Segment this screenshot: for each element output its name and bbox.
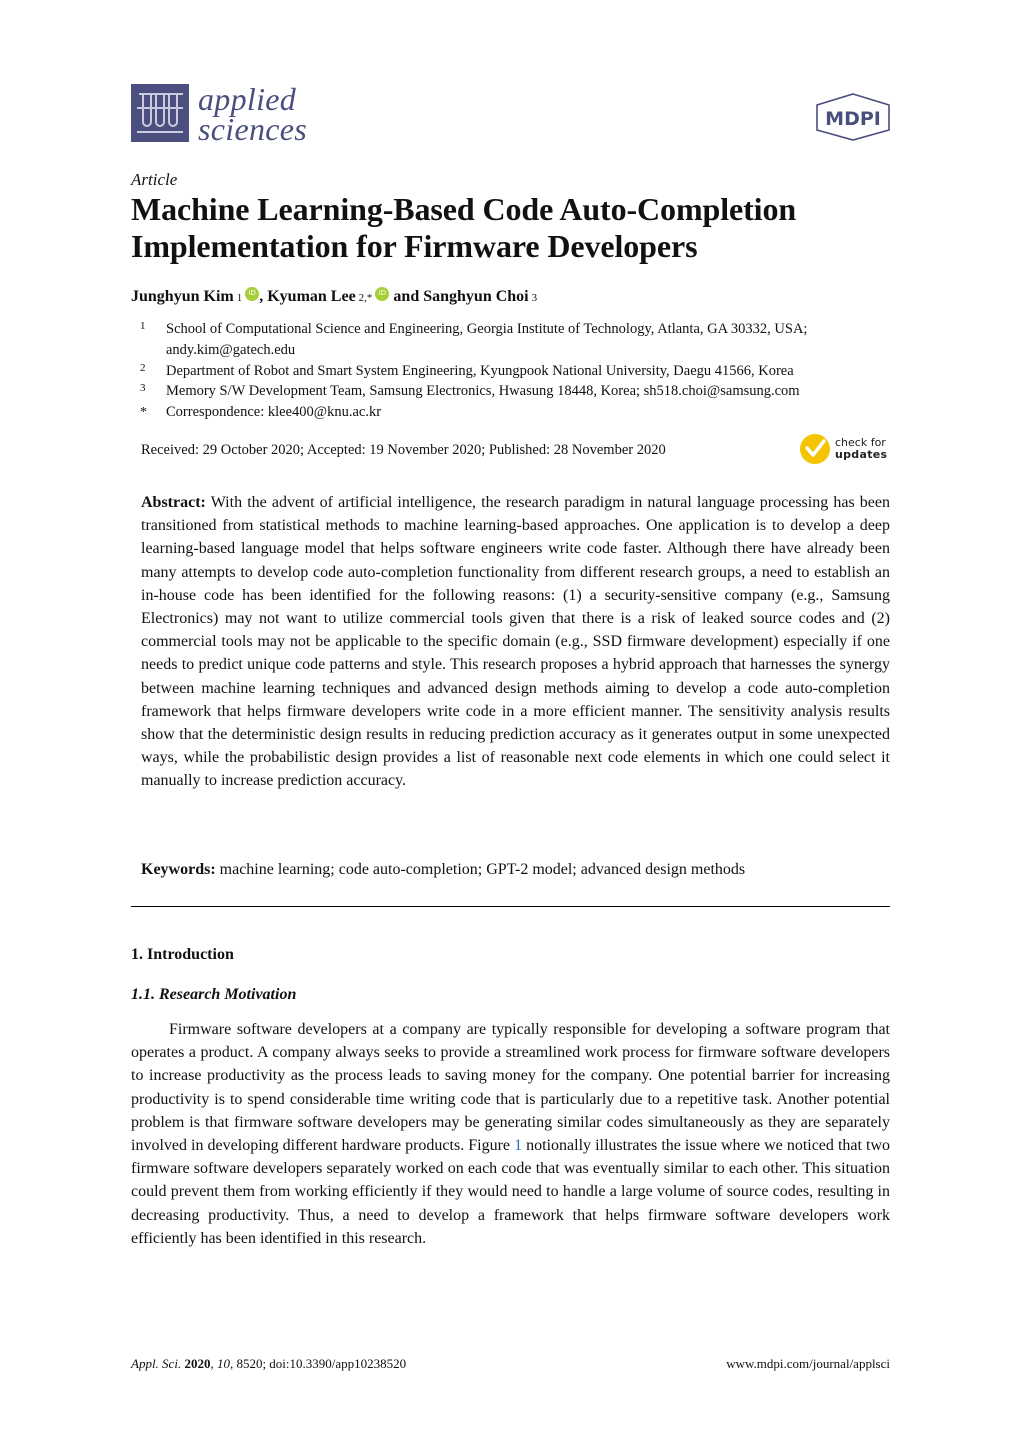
- journal-name-line1: applied: [198, 81, 297, 117]
- journal-url-link[interactable]: www.mdpi.com/journal/applsci: [726, 1356, 890, 1372]
- paragraph-text: Firmware software developers at a compan…: [131, 1021, 890, 1155]
- check-updates-label: check for updates: [835, 437, 887, 461]
- author-separator: ,: [259, 288, 268, 305]
- section-divider: [131, 906, 890, 907]
- publication-dates: Received: 29 October 2020; Accepted: 19 …: [141, 442, 666, 458]
- author-name: Junghyun Kim: [131, 288, 234, 305]
- affiliation-item: 2 Department of Robot and Smart System E…: [140, 361, 900, 382]
- keywords: Keywords: machine learning; code auto-co…: [141, 858, 890, 881]
- article-type: Article: [131, 170, 178, 189]
- affiliation-item: 3 Memory S/W Development Team, Samsung E…: [140, 381, 900, 402]
- author-name: Sanghyun Choi: [423, 288, 529, 305]
- abstract: Abstract: With the advent of artificial …: [141, 491, 890, 793]
- author-affil-mark: 1: [236, 292, 243, 304]
- orcid-icon[interactable]: [245, 287, 260, 301]
- journal-logo[interactable]: applied sciences: [131, 81, 308, 147]
- correspondence-text: Correspondence: klee400@knu.ac.kr: [166, 404, 382, 421]
- affiliation-text: Department of Robot and Smart System Eng…: [166, 362, 794, 379]
- affiliation-mark: 3: [140, 382, 146, 395]
- correspondence-mark: *: [140, 405, 147, 421]
- affiliation-mark: 2: [140, 361, 146, 374]
- journal-name: applied sciences: [198, 81, 308, 147]
- affiliation-mark: 1: [140, 320, 146, 332]
- affiliation-text: School of Computational Science and Engi…: [166, 321, 808, 358]
- author-affil-mark: 3: [531, 292, 538, 304]
- mdpi-logo-text: MDPI: [825, 108, 881, 130]
- journal-name-line2: sciences: [198, 111, 308, 147]
- abstract-text: With the advent of artificial intelligen…: [141, 494, 890, 790]
- correspondence-item: * Correspondence: klee400@knu.ac.kr: [140, 402, 900, 424]
- author-list: Junghyun Kim1, Kyuman Lee2,* and Sanghyu…: [131, 287, 537, 306]
- check-updates-line2: updates: [835, 448, 888, 461]
- mdpi-hexagon-icon: MDPI: [816, 93, 890, 141]
- paper-title: Machine Learning-Based Code Auto-Complet…: [131, 191, 797, 264]
- citation-footer: Appl. Sci. 2020, 10, 8520; doi:10.3390/a…: [131, 1356, 407, 1371]
- abstract-label: Abstract:: [141, 494, 206, 511]
- citation-rest: , 8520; doi:10.3390/app10238520: [229, 1356, 407, 1371]
- figure-reference-link[interactable]: 1: [514, 1137, 522, 1154]
- keywords-label: Keywords:: [141, 861, 216, 878]
- subsection-heading: 1.1. Research Motivation: [131, 986, 297, 1003]
- test-tubes-icon: [131, 84, 189, 142]
- author-name: Kyuman Lee: [267, 288, 356, 305]
- section-heading: 1. Introduction: [131, 946, 234, 963]
- author-separator: and: [389, 288, 424, 305]
- body-paragraph: Firmware software developers at a compan…: [131, 1018, 890, 1250]
- checkmark-icon: [800, 434, 830, 464]
- mdpi-logo[interactable]: MDPI: [815, 92, 891, 142]
- affiliation-text: Memory S/W Development Team, Samsung Ele…: [166, 383, 800, 400]
- affiliations: 1 School of Computational Science and En…: [140, 319, 900, 424]
- author-affil-mark: 2,*: [358, 292, 373, 304]
- orcid-icon[interactable]: [375, 287, 390, 301]
- keywords-text: machine learning; code auto-completion; …: [219, 861, 746, 878]
- affiliation-item: 1 School of Computational Science and En…: [140, 319, 900, 361]
- citation-volume: 10: [216, 1356, 230, 1371]
- check-for-updates-button[interactable]: check for updates: [800, 434, 887, 464]
- journal-abbrev: Appl. Sci.: [131, 1356, 182, 1371]
- citation-year: 2020: [184, 1356, 211, 1371]
